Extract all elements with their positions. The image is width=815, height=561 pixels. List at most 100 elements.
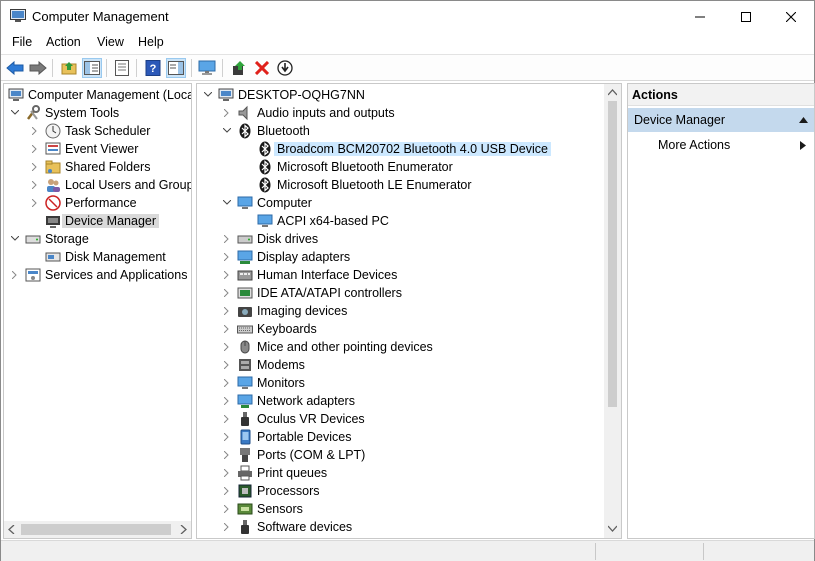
up-folder-button[interactable] [59,58,79,78]
status-divider [703,543,704,560]
tree-item-computer-management[interactable]: Computer Management (Local [8,86,191,104]
tree-item-storage[interactable]: Storage [10,230,89,248]
more-actions-item[interactable]: More Actions [658,138,730,152]
device-category-portable[interactable]: Portable Devices [222,428,352,446]
device-category-sensors[interactable]: Sensors [222,500,303,518]
chevron-right-icon[interactable] [222,306,232,316]
device-category-network-adapters[interactable]: Network adapters [222,392,355,410]
device-item-label: ACPI x64-based PC [277,214,389,228]
tree-item-performance[interactable]: Performance [30,194,137,212]
scroll-right-icon[interactable] [179,525,187,534]
chevron-right-icon[interactable] [222,108,232,118]
device-tree-root[interactable]: DESKTOP-OQHG7NN [203,86,365,104]
tree-item-system-tools[interactable]: System Tools [10,104,119,122]
chevron-right-icon[interactable] [222,234,232,244]
device-category-display-adapters[interactable]: Display adapters [222,248,350,266]
chevron-right-icon[interactable] [222,288,232,298]
menu-view[interactable]: View [97,35,124,49]
chevron-right-icon[interactable] [222,504,232,514]
forward-button[interactable] [28,58,48,78]
chevron-down-icon[interactable] [222,198,232,208]
chevron-right-icon[interactable] [222,324,232,334]
device-category-oculus[interactable]: Oculus VR Devices [222,410,365,428]
menu-action[interactable]: Action [46,35,81,49]
device-item-broadcom-bluetooth[interactable]: Broadcom BCM20702 Bluetooth 4.0 USB Devi… [257,140,551,158]
tree-item-disk-management[interactable]: Disk Management [45,248,166,266]
device-category-ports[interactable]: Ports (COM & LPT) [222,446,365,464]
tree-item-services-and-applications[interactable]: Services and Applications [10,266,187,284]
device-category-mice[interactable]: Mice and other pointing devices [222,338,433,356]
tree-item-event-viewer[interactable]: Event Viewer [30,140,138,158]
minimize-button[interactable] [677,1,723,32]
tree-item-task-scheduler[interactable]: Task Scheduler [30,122,150,140]
chevron-down-icon[interactable] [222,126,232,136]
chevron-right-icon[interactable] [30,180,40,190]
device-category-modems[interactable]: Modems [222,356,305,374]
back-button[interactable] [5,58,25,78]
device-item-ms-bluetooth-enumerator[interactable]: Microsoft Bluetooth Enumerator [257,158,453,176]
chevron-right-icon[interactable] [222,450,232,460]
bluetooth-icon [259,177,271,193]
scroll-left-icon[interactable] [8,525,16,534]
scroll-up-icon[interactable] [608,89,617,96]
device-category-ide-ata[interactable]: IDE ATA/ATAPI controllers [222,284,402,302]
chevron-right-icon[interactable] [30,198,40,208]
vertical-scrollbar[interactable] [604,84,621,538]
chevron-right-icon[interactable] [30,126,40,136]
chevron-right-icon[interactable] [222,486,232,496]
uninstall-device-button[interactable] [252,58,272,78]
show-hide-action-pane-button[interactable] [166,58,186,78]
chevron-right-icon[interactable] [222,252,232,262]
tree-item-device-manager[interactable]: Device Manager [45,212,160,230]
horizontal-scrollbar[interactable] [4,521,191,538]
chevron-right-icon[interactable] [30,144,40,154]
close-button[interactable] [768,1,814,32]
tree-item-shared-folders[interactable]: Shared Folders [30,158,150,176]
device-category-processors[interactable]: Processors [222,482,320,500]
show-hide-tree-button[interactable] [82,58,102,78]
chevron-right-icon[interactable] [222,378,232,388]
device-item-acpi-pc[interactable]: ACPI x64-based PC [257,212,389,230]
chevron-right-icon[interactable] [222,270,232,280]
chevron-right-icon[interactable] [222,468,232,478]
device-category-monitors[interactable]: Monitors [222,374,305,392]
help-button[interactable]: ? [143,58,163,78]
actions-section-device-manager[interactable]: Device Manager [628,108,814,132]
chevron-right-icon[interactable] [10,270,20,280]
horizontal-scroll-thumb[interactable] [21,524,171,535]
scroll-down-icon[interactable] [608,525,617,532]
chevron-right-icon[interactable] [222,432,232,442]
device-category-hid[interactable]: Human Interface Devices [222,266,397,284]
device-item-label: Microsoft Bluetooth LE Enumerator [277,178,472,192]
device-category-imaging[interactable]: Imaging devices [222,302,347,320]
tree-item-local-users-and-groups[interactable]: Local Users and Groups [30,176,191,194]
device-category-print-queues[interactable]: Print queues [222,464,327,482]
chevron-down-icon[interactable] [10,108,20,118]
download-button[interactable] [275,58,295,78]
device-item-ms-bluetooth-le-enumerator[interactable]: Microsoft Bluetooth LE Enumerator [257,176,472,194]
menu-help[interactable]: Help [138,35,164,49]
device-category-disk-drives[interactable]: Disk drives [222,230,318,248]
maximize-button[interactable] [723,1,769,32]
mouse-icon [240,340,250,354]
chevron-right-icon[interactable] [222,414,232,424]
device-category-software-devices[interactable]: Software devices [222,518,352,536]
device-category-bluetooth[interactable]: Bluetooth [222,122,310,140]
device-category-keyboards[interactable]: Keyboards [222,320,317,338]
device-category-audio[interactable]: Audio inputs and outputs [222,104,395,122]
chevron-right-icon[interactable] [800,141,806,150]
chevron-down-icon[interactable] [203,90,213,100]
chevron-right-icon[interactable] [222,360,232,370]
vertical-scroll-thumb[interactable] [608,101,617,407]
chevron-down-icon[interactable] [10,234,20,244]
chevron-right-icon[interactable] [222,522,232,532]
device-category-computer[interactable]: Computer [222,194,312,212]
collapse-up-icon[interactable] [799,117,808,123]
update-driver-button[interactable] [229,58,249,78]
chevron-right-icon[interactable] [222,396,232,406]
properties-button[interactable] [112,58,132,78]
monitor-button[interactable] [197,58,217,78]
chevron-right-icon[interactable] [222,342,232,352]
menu-file[interactable]: File [12,35,32,49]
chevron-right-icon[interactable] [30,162,40,172]
